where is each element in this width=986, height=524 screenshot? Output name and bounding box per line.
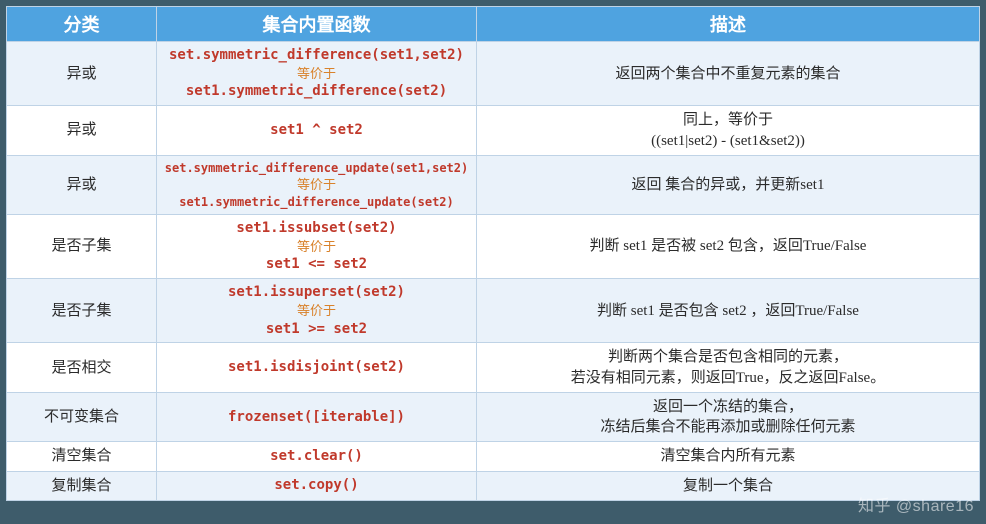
table-row: 是否子集set1.issuperset(set2)等价于set1 >= set2… xyxy=(7,279,980,343)
description-cell: 返回一个冻结的集合， 冻结后集合不能再添加或删除任何元素 xyxy=(477,392,980,442)
set-functions-table: 分类 集合内置函数 描述 异或set.symmetric_difference(… xyxy=(6,6,980,501)
description-cell: 判断 set1 是否包含 set2 ，返回True/False xyxy=(477,279,980,343)
category-cell: 是否子集 xyxy=(7,279,157,343)
function-line: set.copy() xyxy=(163,476,470,495)
table-row: 异或set.symmetric_difference(set1,set2)等价于… xyxy=(7,42,980,106)
table-row: 不可变集合 frozenset([iterable]) 返回一个冻结的集合， 冻结后… xyxy=(7,392,980,442)
description-cell: 返回两个集合中不重复元素的集合 xyxy=(477,42,980,106)
function-line: set1.symmetric_difference(set2) xyxy=(163,82,470,101)
description-cell: 返回 集合的异或，并更新set1 xyxy=(477,155,980,214)
equivalent-label: 等价于 xyxy=(163,176,470,194)
function-line: set1.issuperset(set2) xyxy=(163,283,470,302)
function-cell: set.copy() xyxy=(157,471,477,500)
table-row: 复制集合 set.copy() 复制一个集合 xyxy=(7,471,980,500)
function-line: set1 ^ set2 xyxy=(163,121,470,140)
table-row: 是否相交 set1.isdisjoint(set2) 判断两个集合是否包含相同的元素… xyxy=(7,343,980,393)
function-line: set.symmetric_difference(set1,set2) xyxy=(163,46,470,65)
category-cell: 异或 xyxy=(7,155,157,214)
category-cell: 异或 xyxy=(7,106,157,156)
function-line: set.symmetric_difference_update(set1,set… xyxy=(163,160,470,176)
function-line: set.clear() xyxy=(163,447,470,466)
description-cell: 清空集合内所有元素 xyxy=(477,442,980,471)
description-cell: 同上，等价于 ((set1|set2) - (set1&set2)) xyxy=(477,106,980,156)
function-line: set1.isdisjoint(set2) xyxy=(163,358,470,377)
table-row: 清空集合 set.clear() 清空集合内所有元素 xyxy=(7,442,980,471)
category-cell: 清空集合 xyxy=(7,442,157,471)
category-cell: 异或 xyxy=(7,42,157,106)
description-cell: 判断两个集合是否包含相同的元素， 若没有相同元素，则返回True，反之返回Fal… xyxy=(477,343,980,393)
equivalent-label: 等价于 xyxy=(163,302,470,320)
category-cell: 复制集合 xyxy=(7,471,157,500)
function-cell: set1.issuperset(set2)等价于set1 >= set2 xyxy=(157,279,477,343)
table-row: 异或 set.symmetric_difference_update(set1,s… xyxy=(7,155,980,214)
header-description: 描述 xyxy=(477,7,980,42)
function-cell: set.symmetric_difference_update(set1,set… xyxy=(157,155,477,214)
function-cell: set.clear() xyxy=(157,442,477,471)
category-cell: 是否相交 xyxy=(7,343,157,393)
function-cell: set.symmetric_difference(set1,set2)等价于se… xyxy=(157,42,477,106)
description-cell: 复制一个集合 xyxy=(477,471,980,500)
function-cell: set1.isdisjoint(set2) xyxy=(157,343,477,393)
table-row: 异或 set1 ^ set2 同上，等价于 ((set1|set2) - (set1… xyxy=(7,106,980,156)
equivalent-label: 等价于 xyxy=(163,238,470,256)
header-function: 集合内置函数 xyxy=(157,7,477,42)
equivalent-label: 等价于 xyxy=(163,65,470,83)
function-line: set1 <= set2 xyxy=(163,255,470,274)
category-cell: 不可变集合 xyxy=(7,392,157,442)
header-category: 分类 xyxy=(7,7,157,42)
function-line: frozenset([iterable]) xyxy=(163,408,470,427)
function-line: set1.symmetric_difference_update(set2) xyxy=(163,194,470,210)
category-cell: 是否子集 xyxy=(7,214,157,278)
table-row: 是否子集set1.issubset(set2)等价于set1 <= set2判断… xyxy=(7,214,980,278)
function-cell: set1.issubset(set2)等价于set1 <= set2 xyxy=(157,214,477,278)
function-line: set1.issubset(set2) xyxy=(163,219,470,238)
description-cell: 判断 set1 是否被 set2 包含，返回True/False xyxy=(477,214,980,278)
function-line: set1 >= set2 xyxy=(163,320,470,339)
function-cell: set1 ^ set2 xyxy=(157,106,477,156)
function-cell: frozenset([iterable]) xyxy=(157,392,477,442)
